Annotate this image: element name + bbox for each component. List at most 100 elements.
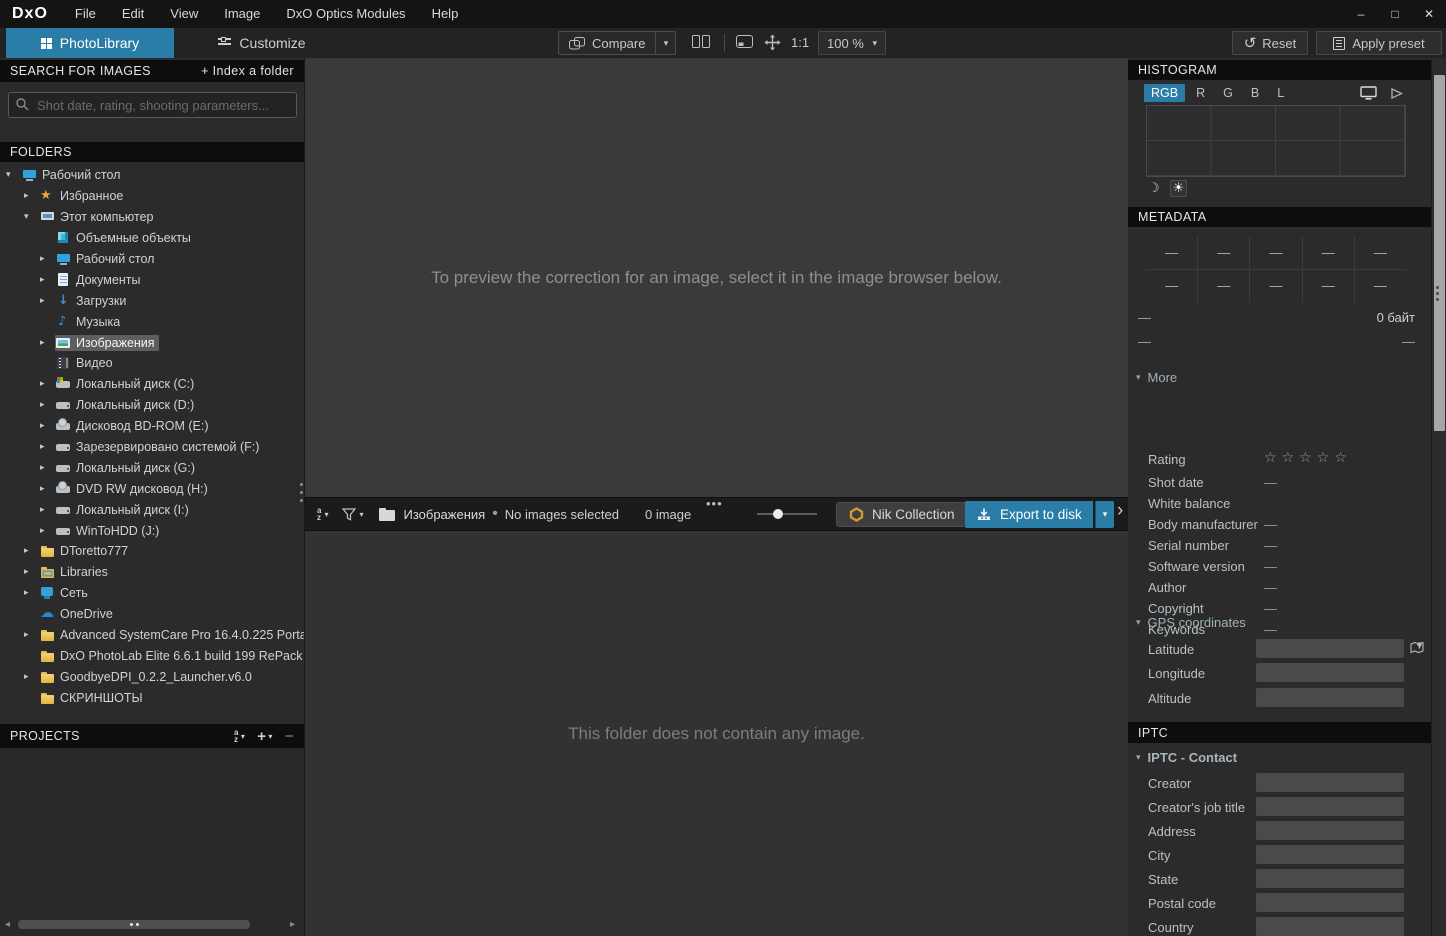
compare-button[interactable]: Compare ▾ bbox=[558, 31, 677, 55]
vertical-scrollbar[interactable] bbox=[1431, 58, 1446, 936]
expander-icon[interactable] bbox=[40, 275, 55, 285]
expander-icon[interactable] bbox=[40, 296, 55, 306]
expander-icon[interactable] bbox=[24, 546, 39, 556]
creator-input[interactable] bbox=[1256, 773, 1404, 792]
expander-icon[interactable] bbox=[24, 588, 39, 598]
folder-tree-item[interactable]: Избранное bbox=[0, 186, 304, 207]
folder-tree-item[interactable]: Видео bbox=[0, 353, 304, 374]
folder-tree-item[interactable]: Дисковод BD-ROM (E:) bbox=[0, 416, 304, 437]
expander-icon[interactable] bbox=[24, 567, 39, 577]
split-view-icon[interactable] bbox=[692, 35, 710, 48]
folder-tree-item[interactable]: Этот компьютер bbox=[0, 207, 304, 228]
menu-view[interactable]: View bbox=[157, 0, 211, 28]
export-dropdown-arrow[interactable]: ▾ bbox=[1095, 501, 1114, 528]
expander-icon[interactable] bbox=[40, 400, 55, 410]
add-project-button[interactable]: + ▾ bbox=[257, 728, 273, 745]
folder-tree-item[interactable]: WinToHDD (J:) bbox=[0, 520, 304, 541]
longitude-input[interactable] bbox=[1256, 663, 1404, 682]
expander-icon[interactable] bbox=[40, 254, 55, 264]
minimize-button[interactable]: – bbox=[1344, 0, 1378, 28]
reset-button[interactable]: ↺ Reset bbox=[1232, 31, 1308, 55]
gps-section-header[interactable]: ▾ GPS coordinates bbox=[1136, 615, 1246, 630]
creators-job-title-input[interactable] bbox=[1256, 797, 1404, 816]
folder-tree-item[interactable]: DxO PhotoLab Elite 6.6.1 build 199 RePac… bbox=[0, 645, 304, 666]
fit-screen-icon[interactable] bbox=[736, 35, 753, 48]
search-input[interactable] bbox=[8, 92, 297, 118]
tab-customize[interactable]: Customize bbox=[174, 28, 350, 58]
expander-icon[interactable] bbox=[24, 630, 39, 640]
postal-code-input[interactable] bbox=[1256, 893, 1404, 912]
projects-sort-button[interactable]: a z ▾ bbox=[234, 729, 245, 744]
folder-tree-item[interactable]: DVD RW дисковод (H:) bbox=[0, 478, 304, 499]
index-folder-link[interactable]: + Index a folder bbox=[201, 64, 294, 78]
nik-collection-button[interactable]: Nik Collection bbox=[836, 502, 968, 527]
overflow-menu-icon[interactable]: ••• bbox=[706, 496, 723, 511]
folder-tree-item-selected[interactable]: Изображения bbox=[0, 332, 304, 353]
folder-tree-item[interactable]: Музыка bbox=[0, 311, 304, 332]
channel-tab-b[interactable]: B bbox=[1244, 84, 1266, 102]
close-button[interactable]: ✕ bbox=[1412, 0, 1446, 28]
folder-tree-item[interactable]: СКРИНШОТЫ bbox=[0, 687, 304, 708]
state-input[interactable] bbox=[1256, 869, 1404, 888]
expander-icon[interactable] bbox=[40, 505, 55, 515]
horizontal-scrollbar[interactable] bbox=[18, 920, 250, 929]
thumbnail-size-slider[interactable] bbox=[757, 509, 817, 519]
expander-icon[interactable] bbox=[24, 191, 39, 201]
sidebar-splitter-handle[interactable] bbox=[299, 483, 304, 507]
folder-tree-item[interactable]: Рабочий стол bbox=[0, 165, 304, 186]
export-to-disk-button[interactable]: Export to disk bbox=[965, 501, 1093, 528]
expander-icon[interactable] bbox=[6, 170, 21, 180]
soft-proofing-icon[interactable] bbox=[1389, 87, 1404, 100]
filter-button[interactable]: ▾ bbox=[342, 507, 363, 521]
folder-tree-item[interactable]: OneDrive bbox=[0, 604, 304, 625]
compare-dropdown-arrow[interactable]: ▾ bbox=[655, 32, 675, 54]
expander-icon[interactable] bbox=[24, 212, 39, 222]
folder-tree-item[interactable]: Локальный диск (G:) bbox=[0, 457, 304, 478]
channel-tab-r[interactable]: R bbox=[1189, 84, 1212, 102]
expander-icon[interactable] bbox=[40, 526, 55, 536]
menu-image[interactable]: Image bbox=[211, 0, 273, 28]
scrollbar-thumb[interactable] bbox=[1434, 75, 1445, 431]
menu-edit[interactable]: Edit bbox=[109, 0, 157, 28]
folder-tree-item[interactable]: Локальный диск (I:) bbox=[0, 499, 304, 520]
folder-tree-item[interactable]: Загрузки bbox=[0, 290, 304, 311]
menu-file[interactable]: File bbox=[62, 0, 109, 28]
channel-tab-g[interactable]: G bbox=[1216, 84, 1240, 102]
latitude-input[interactable] bbox=[1256, 639, 1404, 658]
folder-tree-item[interactable]: Advanced SystemCare Pro 16.4.0.225 Porta… bbox=[0, 625, 304, 646]
tab-photolibrary[interactable]: PhotoLibrary bbox=[6, 28, 174, 58]
shadow-clipping-icon[interactable]: ☽ bbox=[1148, 181, 1160, 196]
map-location-icon[interactable] bbox=[1410, 640, 1424, 655]
remove-project-button[interactable]: − bbox=[285, 728, 294, 745]
expander-icon[interactable] bbox=[40, 463, 55, 473]
expander-icon[interactable] bbox=[40, 484, 55, 494]
city-input[interactable] bbox=[1256, 845, 1404, 864]
scroll-left-arrow[interactable]: ◂ bbox=[5, 919, 10, 930]
folder-tree-item[interactable]: Локальный диск (D:) bbox=[0, 395, 304, 416]
zoom-1to1-button[interactable]: 1:1 bbox=[791, 28, 809, 58]
scroll-right-arrow[interactable]: ▸ bbox=[290, 919, 295, 930]
folder-tree-item[interactable]: Объемные объекты bbox=[0, 228, 304, 249]
apply-preset-button[interactable]: Apply preset bbox=[1316, 31, 1442, 55]
zoom-level-dropdown[interactable]: 100 % ▾ bbox=[818, 31, 886, 55]
expander-icon[interactable] bbox=[40, 338, 55, 348]
expander-icon[interactable] bbox=[40, 442, 55, 452]
expander-icon[interactable] bbox=[40, 421, 55, 431]
rating-stars[interactable]: ☆☆☆☆☆ bbox=[1264, 450, 1352, 466]
country-input[interactable] bbox=[1256, 917, 1404, 936]
folder-tree-item[interactable]: Документы bbox=[0, 269, 304, 290]
address-input[interactable] bbox=[1256, 821, 1404, 840]
panel-splitter-grip[interactable] bbox=[1436, 286, 1439, 289]
menu-dxo-optics-modules[interactable]: DxO Optics Modules bbox=[273, 0, 418, 28]
folder-tree-item[interactable]: Libraries bbox=[0, 562, 304, 583]
expander-icon[interactable] bbox=[40, 379, 55, 389]
maximize-button[interactable]: □ bbox=[1378, 0, 1412, 28]
menu-help[interactable]: Help bbox=[419, 0, 472, 28]
altitude-input[interactable] bbox=[1256, 688, 1404, 707]
highlight-clipping-icon[interactable]: ☀ bbox=[1169, 180, 1188, 197]
expand-panel-chevron-icon[interactable]: › bbox=[1117, 500, 1123, 522]
folder-tree-item[interactable]: Сеть bbox=[0, 583, 304, 604]
channel-tab-rgb[interactable]: RGB bbox=[1144, 84, 1186, 102]
expander-icon[interactable] bbox=[24, 672, 39, 682]
channel-tab-l[interactable]: L bbox=[1270, 84, 1291, 102]
